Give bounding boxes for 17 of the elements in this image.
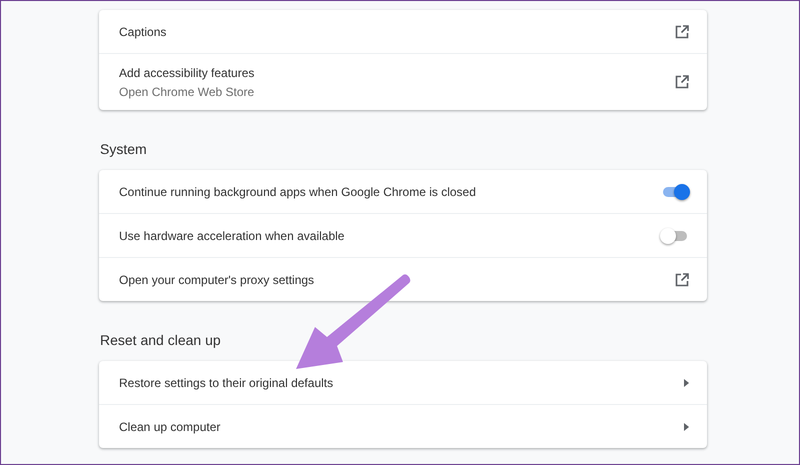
external-link-icon[interactable] xyxy=(675,272,689,286)
setting-label: Restore settings to their original defaults xyxy=(119,376,334,390)
setting-label: Open your computer's proxy settings xyxy=(119,272,314,286)
setting-label: Captions xyxy=(119,24,166,38)
toggle-switch[interactable] xyxy=(663,230,687,240)
section-heading: System xyxy=(100,141,148,157)
caret-icon[interactable] xyxy=(684,378,689,386)
setting-label: Continue running background apps when Google Chrome is closed xyxy=(119,184,476,198)
external-link-icon[interactable] xyxy=(675,75,689,89)
setting-label: Add accessibility features xyxy=(119,66,254,80)
caret-icon[interactable] xyxy=(684,422,689,430)
setting-label: Use hardware acceleration when available xyxy=(119,228,344,242)
setting-label: Clean up computer xyxy=(119,420,220,434)
toggle-switch[interactable] xyxy=(663,186,687,196)
setting-sublabel: Open Chrome Web Store xyxy=(119,84,254,98)
section-heading: Reset and clean up xyxy=(100,332,222,348)
external-link-icon[interactable] xyxy=(675,24,689,38)
